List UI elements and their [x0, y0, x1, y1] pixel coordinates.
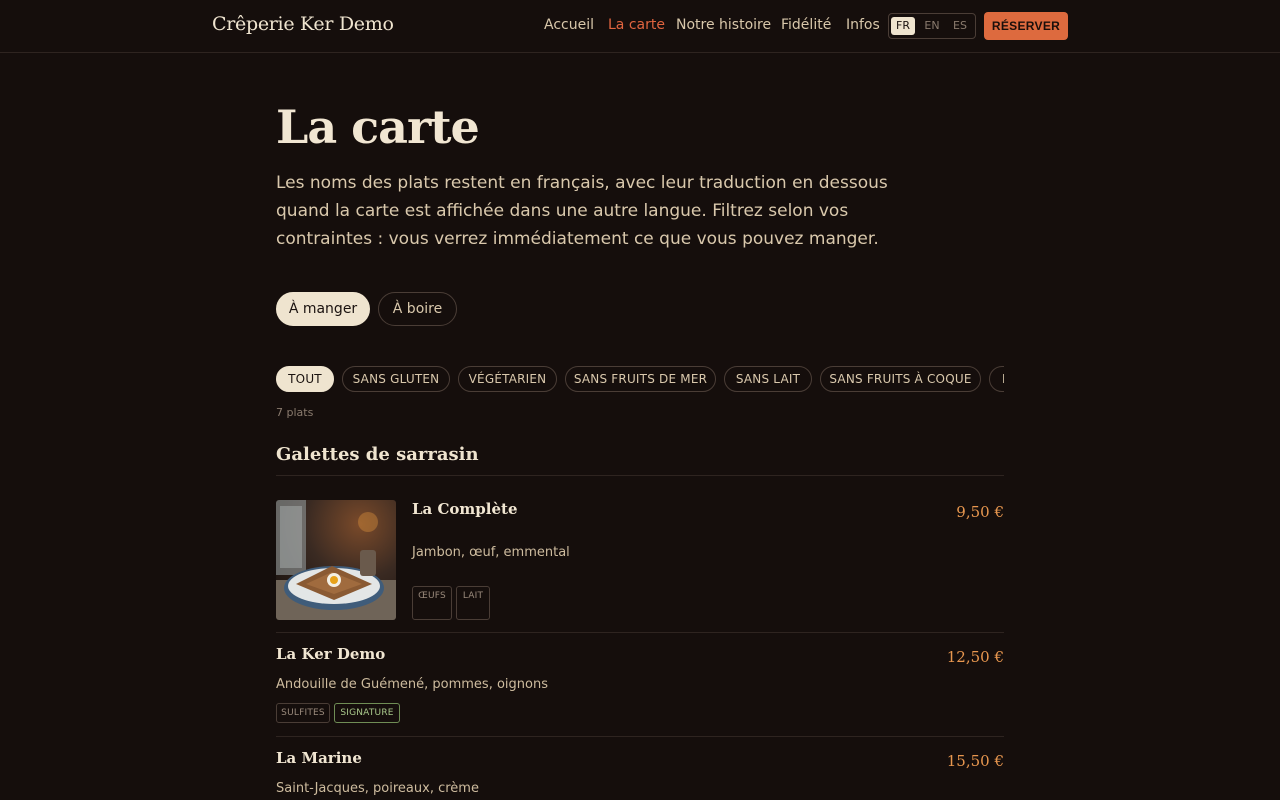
main-nav: Accueil La carte Notre histoire Fidélité… [0, 17, 1280, 37]
lang-en[interactable]: EN [920, 17, 944, 35]
tag-signature: SIGNATURE [334, 703, 400, 723]
tag-oeufs: ŒUFS [412, 586, 452, 620]
nav-la-carte[interactable]: La carte [608, 17, 665, 33]
filter-sans-fruits-de-mer[interactable]: SANS FRUITS DE MER [565, 366, 716, 392]
dish-name-la-ker-demo: La Ker Demo [276, 645, 386, 663]
section-divider [276, 475, 1004, 476]
lang-es[interactable]: ES [948, 17, 972, 35]
filter-sans-fruits-a-coque[interactable]: SANS FRUITS À COQUE [820, 366, 981, 392]
dish-photo-la-complete [276, 500, 396, 620]
tab-a-manger[interactable]: À manger [276, 292, 370, 326]
dish-desc-la-marine: Saint-Jacques, poireaux, crème [276, 781, 479, 796]
page-intro: Les noms des plats restent en français, … [276, 173, 888, 249]
filter-chips: TOUT SANS GLUTEN VÉGÉTARIEN SANS FRUITS … [276, 366, 1004, 394]
tag-lait: LAIT [456, 586, 490, 620]
language-switcher: FR EN ES [888, 13, 976, 39]
dish-price-la-marine: 15,50 € [946, 752, 1004, 770]
dish-desc-la-ker-demo: Andouille de Guémené, pommes, oignons [276, 677, 548, 692]
tag-sulfites: SULFITES [276, 703, 330, 723]
nav-infos[interactable]: Infos [846, 17, 880, 33]
nav-fidelite[interactable]: Fidélité [781, 17, 831, 33]
filter-more[interactable]: I [989, 366, 1004, 392]
dish-name-la-marine: La Marine [276, 749, 362, 767]
reserve-button[interactable]: RÉSERVER [984, 12, 1068, 40]
page-title: La carte [276, 100, 480, 154]
dish-price-la-complete: 9,50 € [956, 503, 1004, 521]
dish-name-la-complete: La Complète [412, 500, 518, 518]
nav-accueil[interactable]: Accueil [544, 17, 594, 33]
filter-sans-lait[interactable]: SANS LAIT [724, 366, 812, 392]
filter-sans-gluten[interactable]: SANS GLUTEN [342, 366, 450, 392]
tab-a-boire[interactable]: À boire [378, 292, 457, 326]
filter-tout[interactable]: TOUT [276, 366, 334, 392]
dish-price-la-ker-demo: 12,50 € [946, 648, 1004, 666]
lang-fr[interactable]: FR [891, 17, 915, 35]
site-header: Crêperie Ker Demo Accueil La carte Notre… [0, 0, 1280, 53]
filter-vegetarien[interactable]: VÉGÉTARIEN [458, 366, 557, 392]
dish-desc-la-complete: Jambon, œuf, emmental [412, 545, 570, 560]
dish-divider [276, 736, 1004, 737]
nav-notre-histoire[interactable]: Notre histoire [676, 17, 771, 33]
dish-divider [276, 632, 1004, 633]
section-title: Galettes de sarrasin [276, 444, 479, 465]
dish-count: 7 plats [276, 406, 314, 419]
